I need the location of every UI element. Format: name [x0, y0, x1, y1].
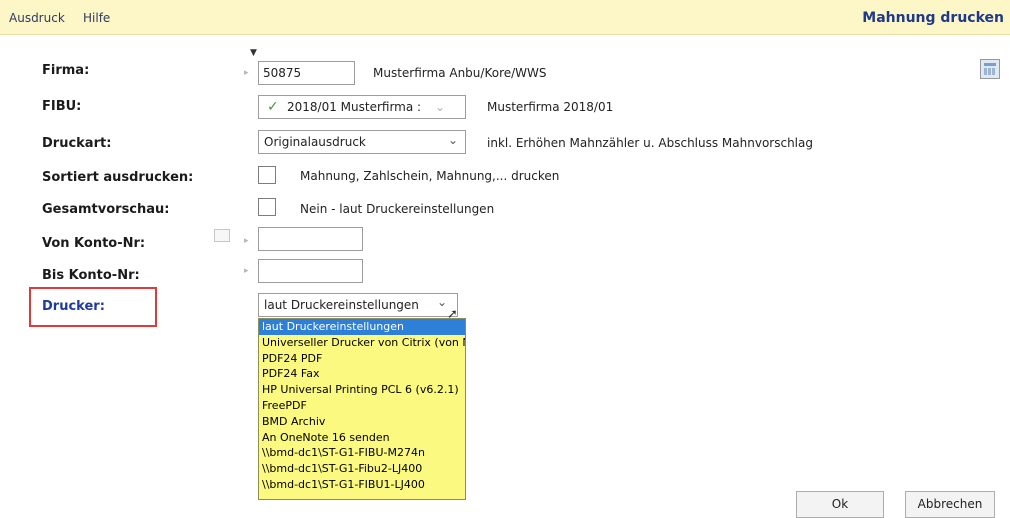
fibu-value: 2018/01 Musterfirma :	[287, 100, 422, 114]
firma-input[interactable]: 50875	[258, 61, 355, 85]
printer-option[interactable]: \\bmd-dc1\ST-G1-FIBU1-LJ400	[259, 477, 465, 493]
sortiert-checkbox[interactable]	[258, 166, 276, 184]
von-konto-input[interactable]	[258, 227, 363, 251]
lookup-icon[interactable]	[214, 229, 230, 242]
fibu-select[interactable]: ✓ 2018/01 Musterfirma : ⌄	[258, 95, 466, 119]
label-druckart: Druckart:	[42, 136, 112, 151]
printer-option[interactable]: \\bmd-dc1\ST-G1-FIBU-M274n	[259, 445, 465, 461]
label-firma: Firma:	[42, 63, 90, 78]
printer-option[interactable]: FreePDF	[259, 398, 465, 414]
firma-description: Musterfirma Anbu/Kore/WWS	[373, 66, 547, 80]
menu-ausdruck[interactable]: Ausdruck	[9, 11, 65, 25]
field-arrow-icon: ▸	[244, 236, 249, 246]
bis-konto-input[interactable]	[258, 259, 363, 283]
druckart-description: inkl. Erhöhen Mahnzähler u. Abschluss Ma…	[487, 136, 813, 150]
printer-option[interactable]: BMD Archiv	[259, 414, 465, 430]
printer-option[interactable]: laut Druckereinstellungen	[259, 319, 465, 335]
printer-dropdown-list: laut Druckereinstellungen Universeller D…	[258, 318, 466, 500]
checkmark-icon: ✓	[267, 99, 279, 115]
sortiert-description: Mahnung, Zahlschein, Mahnung,... drucken	[300, 169, 560, 183]
highlight-box	[29, 287, 157, 327]
printer-option[interactable]: \\bmd-dc1\ST-G1-Fibu2-LJ400	[259, 461, 465, 477]
field-arrow-icon: ▸	[244, 266, 249, 276]
druckart-select[interactable]: Originalausdruck	[258, 130, 466, 154]
label-bis-konto: Bis Konto-Nr:	[42, 268, 140, 283]
fibu-description: Musterfirma 2018/01	[487, 100, 614, 114]
label-von-konto: Von Konto-Nr:	[42, 236, 146, 251]
druckart-value: Originalausdruck	[264, 135, 366, 149]
drucker-value: laut Druckereinstellungen	[264, 298, 419, 312]
chevron-down-icon: ⌄	[435, 100, 446, 114]
calculator-icon[interactable]	[980, 59, 1000, 79]
printer-option[interactable]: Universeller Drucker von Citrix (von NB-…	[259, 335, 465, 351]
cancel-button[interactable]: Abbrechen	[905, 491, 995, 518]
gesamtvorschau-description: Nein - laut Druckereinstellungen	[300, 202, 495, 216]
chevron-down-icon[interactable]: ⌄	[437, 295, 447, 309]
printer-option[interactable]: PDF24 PDF	[259, 351, 465, 367]
label-fibu: FIBU:	[42, 99, 82, 114]
drucker-select[interactable]: laut Druckereinstellungen	[258, 293, 458, 317]
printer-option[interactable]: HP Universal Printing PCL 6 (v6.2.1)	[259, 382, 465, 398]
label-gesamtvorschau: Gesamtvorschau:	[42, 202, 170, 217]
label-sortiert: Sortiert ausdrucken:	[42, 170, 194, 185]
field-arrow-icon: ▸	[244, 68, 249, 78]
printer-option[interactable]: An OneNote 16 senden	[259, 430, 465, 446]
gesamtvorschau-checkbox[interactable]	[258, 198, 276, 216]
chevron-down-icon[interactable]: ⌄	[448, 133, 458, 147]
window-title: Mahnung drucken	[862, 10, 1004, 26]
printer-option[interactable]: PDF24 Fax	[259, 366, 465, 382]
menu-bar: Ausdruck Hilfe Mahnung drucken	[0, 0, 1010, 35]
menu-hilfe[interactable]: Hilfe	[83, 11, 110, 25]
pin-marker-icon: ▼	[250, 48, 257, 58]
ok-button[interactable]: Ok	[796, 491, 884, 518]
